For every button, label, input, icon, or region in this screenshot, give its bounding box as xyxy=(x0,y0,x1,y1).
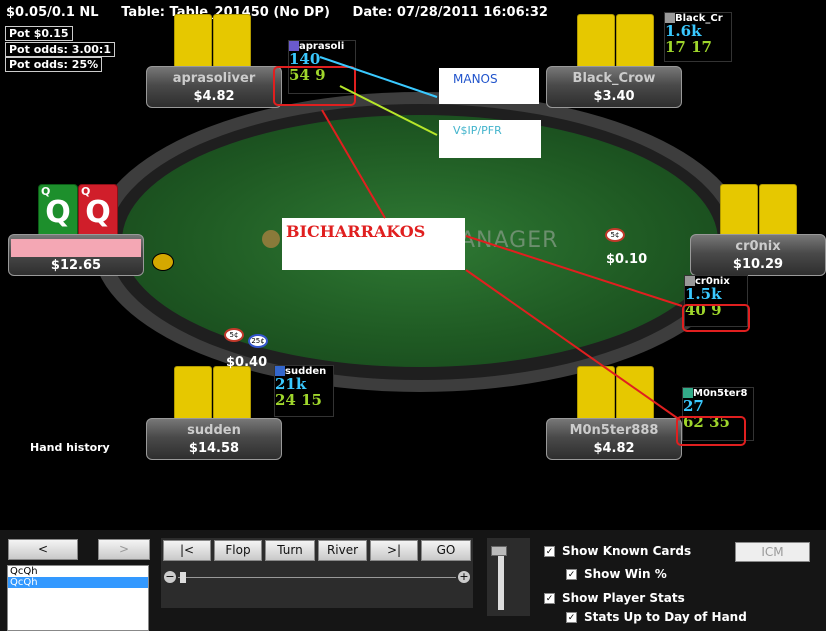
show-win-label: Show Win % xyxy=(584,567,667,581)
annotation-line-aprasoliver xyxy=(321,109,386,219)
speed-slider-thumb[interactable] xyxy=(491,546,507,556)
icm-button[interactable]: ICM xyxy=(735,542,810,562)
slider-thumb[interactable] xyxy=(180,572,186,583)
show-player-stats-checkbox[interactable]: ✓ xyxy=(544,593,555,604)
replay-river-button[interactable]: River xyxy=(318,540,367,561)
hand-list-item-selected[interactable]: QcQh xyxy=(8,577,148,588)
hand-history-label[interactable]: Hand history xyxy=(30,441,110,454)
replay-flop-button[interactable]: Flop xyxy=(214,540,262,561)
next-hand-button[interactable]: > xyxy=(98,539,150,560)
show-known-cards-checkbox[interactable]: ✓ xyxy=(544,546,555,557)
speed-slider[interactable] xyxy=(487,538,530,616)
annotation-line-vpip xyxy=(339,85,438,136)
replay-start-button[interactable]: |< xyxy=(163,540,211,561)
stats-up-to-day-checkbox[interactable]: ✓ xyxy=(566,612,577,623)
replay-go-button[interactable]: GO xyxy=(421,540,471,561)
stats-up-to-day-label: Stats Up to Day of Hand xyxy=(584,610,747,624)
show-known-cards-label: Show Known Cards xyxy=(562,544,692,558)
annotation-line-m0n5ter888 xyxy=(465,269,681,421)
prev-hand-button[interactable]: < xyxy=(8,539,78,560)
replay-turn-button[interactable]: Turn xyxy=(265,540,315,561)
replay-end-button[interactable]: >| xyxy=(370,540,418,561)
replay-slider[interactable]: − + xyxy=(164,571,470,585)
hand-list-item[interactable]: QcQh xyxy=(8,566,148,577)
plus-icon[interactable]: + xyxy=(458,571,470,583)
show-player-stats-label: Show Player Stats xyxy=(562,591,685,605)
show-win-checkbox[interactable]: ✓ xyxy=(566,569,577,580)
minus-icon[interactable]: − xyxy=(164,571,176,583)
hand-list[interactable]: QcQh QcQh xyxy=(7,565,149,631)
annotation-line-manos xyxy=(319,56,438,98)
slider-track xyxy=(178,577,456,578)
annotation-line-cr0nix xyxy=(465,235,683,307)
